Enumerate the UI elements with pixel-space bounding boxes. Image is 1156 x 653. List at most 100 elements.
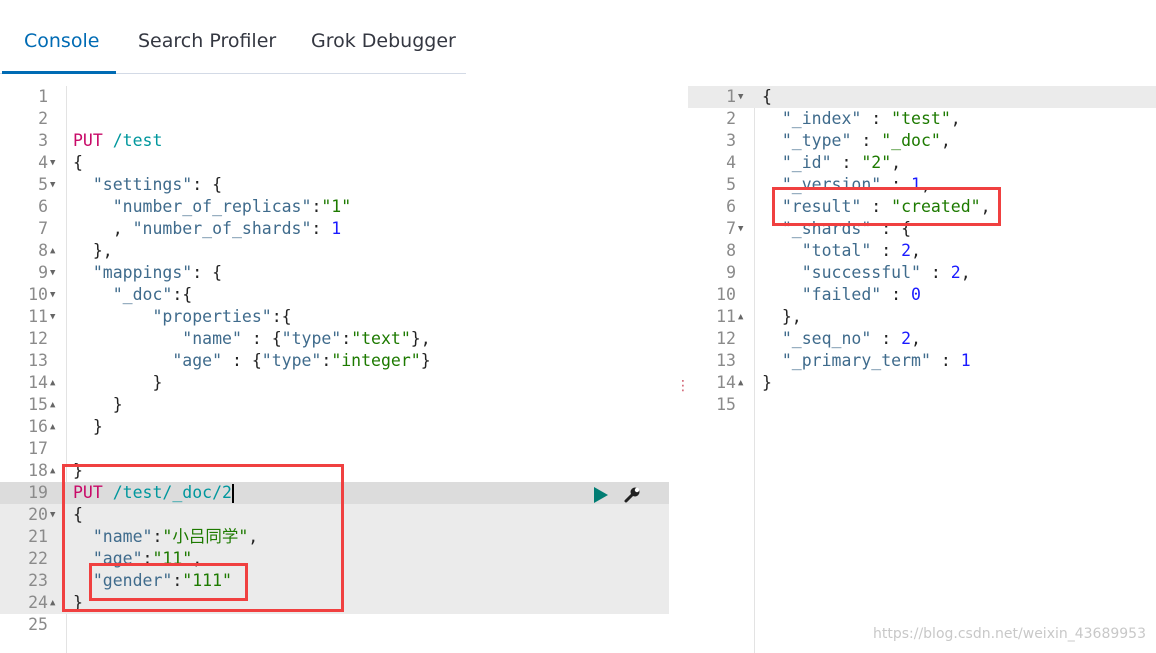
code-line[interactable]: 11 ▼ "properties":{ [0, 306, 669, 328]
token-punc: } [762, 373, 772, 392]
token-key: "total" [801, 241, 872, 260]
code-line[interactable]: 14 ▲ } [0, 372, 669, 394]
code-line[interactable]: 17 [0, 438, 669, 460]
fold-down-icon[interactable]: ▼ [50, 262, 55, 284]
active-tab-indicator [2, 71, 116, 74]
code-text: } [73, 592, 83, 614]
fold-up-icon[interactable]: ▲ [50, 460, 55, 482]
token-key: "gender" [92, 571, 173, 590]
fold-down-icon[interactable]: ▼ [50, 284, 55, 306]
code-line[interactable]: 12 "_seq_no" : 2, [688, 328, 1156, 350]
fold-up-icon[interactable]: ▲ [50, 372, 55, 394]
token-punc: , [920, 175, 931, 194]
token-punc: :{ [271, 307, 292, 326]
fold-up-icon[interactable]: ▲ [738, 372, 743, 394]
code-line[interactable]: 5 "_version" : 1, [688, 174, 1156, 196]
code-line[interactable]: 5 ▼ "settings": { [0, 174, 669, 196]
line-number: 11 [28, 307, 48, 326]
fold-up-icon[interactable]: ▲ [50, 240, 55, 262]
code-text: "gender":"111" [73, 570, 232, 592]
code-line[interactable]: 2 "_index" : "test", [688, 108, 1156, 130]
code-line[interactable]: 4 "_id" : "2", [688, 152, 1156, 174]
token-punc: , [73, 219, 133, 238]
code-line[interactable]: 14 ▲} [688, 372, 1156, 394]
token-num: 1 [331, 219, 342, 238]
fold-up-icon[interactable]: ▲ [738, 306, 743, 328]
code-line[interactable]: 3 PUT /test [0, 130, 669, 152]
request-editor[interactable]: 1 2 3 PUT /test 4 ▼{5 ▼ "settings": {6 "number… [0, 86, 669, 653]
code-line[interactable]: 8 "total" : 2, [688, 240, 1156, 262]
code-line[interactable]: 20 ▼ { [0, 504, 669, 526]
token-key: "result" [781, 197, 862, 216]
code-line[interactable]: 18 ▲} [0, 460, 669, 482]
code-text: "_type" : "_doc", [762, 130, 951, 152]
fold-down-icon[interactable]: ▼ [50, 306, 55, 328]
fold-down-icon[interactable]: ▼ [738, 86, 743, 108]
code-line[interactable]: 7 , "number_of_shards": 1 [0, 218, 669, 240]
token-punc [762, 241, 802, 260]
code-line[interactable]: 11 ▲ }, [688, 306, 1156, 328]
code-line[interactable]: 25 [0, 614, 669, 636]
code-line[interactable]: 3 "_type" : "_doc", [688, 130, 1156, 152]
code-line[interactable]: 13 "_primary_term" : 1 [688, 350, 1156, 372]
fold-up-icon[interactable]: ▲ [50, 592, 55, 614]
code-line[interactable]: 19 PUT /test/_doc/2 [0, 482, 669, 504]
token-str: "test" [891, 109, 951, 128]
fold-down-icon[interactable]: ▼ [50, 174, 55, 196]
code-line[interactable]: 22 "age":"11", [0, 548, 669, 570]
line-number: 25 [28, 615, 48, 634]
code-line[interactable]: 2 [0, 108, 669, 130]
code-line[interactable]: 6 "number_of_replicas":"1" [0, 196, 669, 218]
code-line[interactable]: 9 "successful" : 2, [688, 262, 1156, 284]
line-number: 3 [38, 131, 48, 150]
code-line[interactable]: 9 ▼ "mappings": { [0, 262, 669, 284]
fold-down-icon[interactable]: ▼ [50, 152, 55, 174]
code-line[interactable]: 4 ▼ { [0, 152, 669, 174]
code-line[interactable]: 15 ▲ } [0, 394, 669, 416]
fold-up-icon[interactable]: ▲ [50, 394, 55, 416]
token-punc: : [930, 351, 961, 370]
send-request-play-icon[interactable] [593, 486, 609, 508]
line-number: 19 [28, 483, 48, 502]
pane-resize-handle[interactable]: ⋮ [676, 378, 690, 394]
tab-grok-debugger[interactable]: Grok Debugger [311, 30, 456, 52]
code-line[interactable]: 7 ▼ "_shards" : { [688, 218, 1156, 240]
line-number: 8 [38, 241, 48, 260]
code-line[interactable]: 1 [0, 86, 669, 108]
code-line[interactable]: 15 [688, 394, 1156, 416]
code-line[interactable]: 16 ▲ } [0, 416, 669, 438]
token-str: "integer" [331, 351, 421, 370]
token-punc [762, 329, 782, 348]
code-line[interactable]: 10 ▼ "_doc":{ [0, 284, 669, 306]
token-punc: : [831, 153, 862, 172]
token-punc: } [73, 461, 83, 480]
code-line[interactable]: 6 "result" : "created", [688, 196, 1156, 218]
code-line[interactable]: 23 "gender":"111" [0, 570, 669, 592]
token-punc [103, 131, 113, 150]
tab-search-profiler[interactable]: Search Profiler [138, 30, 276, 52]
token-key: "_doc" [112, 285, 173, 304]
wrench-settings-icon[interactable] [623, 486, 641, 508]
fold-down-icon[interactable]: ▼ [738, 218, 743, 240]
code-line[interactable]: 24 ▲} [0, 592, 669, 614]
fold-down-icon[interactable]: ▼ [50, 504, 55, 526]
token-punc [762, 219, 782, 238]
code-line[interactable]: 12 "name" : {"type":"text"}, [0, 328, 669, 350]
line-number: 23 [28, 571, 48, 590]
tab-console[interactable]: Console [24, 30, 99, 52]
token-key: "settings" [92, 175, 193, 194]
code-line[interactable]: 1 ▼ { [688, 86, 1156, 108]
code-line[interactable]: 21 "name":"小吕同学", [0, 526, 669, 548]
token-punc [762, 153, 782, 172]
token-str: "小吕同学" [162, 527, 249, 546]
code-line[interactable]: 10 "failed" : 0 [688, 284, 1156, 306]
code-text: "successful" : 2, [762, 262, 971, 284]
line-number: 2 [726, 109, 736, 128]
text-cursor [231, 484, 234, 503]
fold-up-icon[interactable]: ▲ [50, 416, 55, 438]
token-key: "age" [172, 351, 223, 370]
response-viewer[interactable]: 1 ▼{2 "_index" : "test", 3 "_type" : "_doc… [688, 86, 1156, 653]
code-line[interactable]: 13 "age" : {"type":"integer"} [0, 350, 669, 372]
code-text: "age":"11", [73, 548, 202, 570]
code-line[interactable]: 8 ▲ }, [0, 240, 669, 262]
